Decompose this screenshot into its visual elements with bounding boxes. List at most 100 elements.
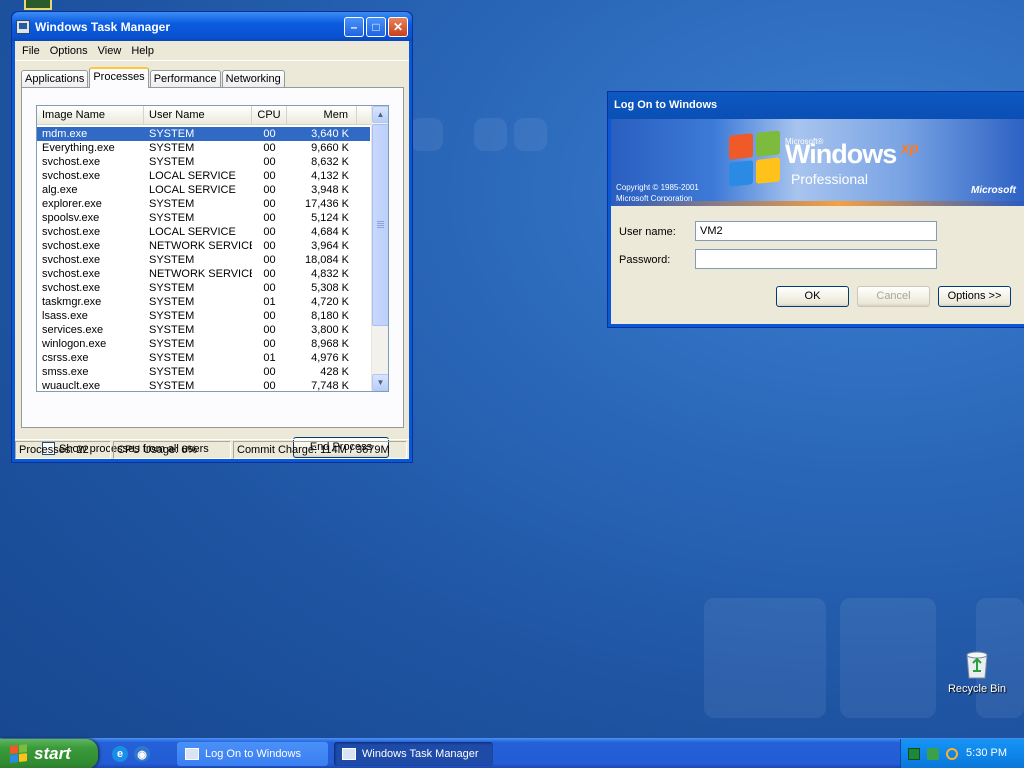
table-row[interactable]: csrss.exe SYSTEM 01 4,976 K <box>37 351 370 365</box>
search-icon[interactable] <box>946 748 958 760</box>
copyright-text: Copyright © 1985-2001 Microsoft Corporat… <box>616 182 699 201</box>
process-cpu: 00 <box>263 128 276 140</box>
tab-performance[interactable]: Performance <box>149 70 221 88</box>
table-row[interactable]: alg.exe LOCAL SERVICE 00 3,948 K <box>37 183 370 197</box>
windows-wordmark: Windows <box>785 139 897 169</box>
window-icon <box>185 748 199 760</box>
process-user-name: SYSTEM <box>149 352 195 364</box>
process-cpu: 00 <box>263 170 276 182</box>
table-row[interactable]: svchost.exe LOCAL SERVICE 00 4,684 K <box>37 225 370 239</box>
status-cpu-usage: CPU Usage: 6% <box>113 441 231 459</box>
table-row[interactable]: svchost.exe SYSTEM 00 18,084 K <box>37 253 370 267</box>
process-user-name: SYSTEM <box>149 212 195 224</box>
menu-file[interactable]: File <box>17 45 45 57</box>
menu-view[interactable]: View <box>93 45 127 57</box>
process-mem-usage: 18,084 K <box>304 254 349 266</box>
logon-titlebar[interactable]: Log On to Windows <box>608 92 1024 119</box>
process-image-name: alg.exe <box>42 184 78 196</box>
process-cpu: 00 <box>263 240 276 252</box>
process-user-name: SYSTEM <box>149 142 195 154</box>
maximize-button[interactable]: □ <box>366 16 386 37</box>
network-icon[interactable] <box>927 748 939 760</box>
process-list-scrollbar[interactable]: ▲ ▼ <box>371 106 388 391</box>
table-row[interactable]: lsass.exe SYSTEM 00 8,180 K <box>37 309 370 323</box>
table-row[interactable]: services.exe SYSTEM 00 3,800 K <box>37 323 370 337</box>
logon-body: User name: VM2 Password: OK Cancel Optio… <box>611 206 1024 324</box>
ok-button[interactable]: OK <box>776 286 849 307</box>
taskbar-item-task-manager[interactable]: Windows Task Manager <box>334 742 493 766</box>
table-row[interactable]: smss.exe SYSTEM 00 428 K <box>37 365 370 379</box>
process-image-name: wuauclt.exe <box>42 380 101 392</box>
table-row[interactable]: svchost.exe NETWORK SERVICE 00 3,964 K <box>37 239 370 253</box>
table-row[interactable]: taskmgr.exe SYSTEM 01 4,720 K <box>37 295 370 309</box>
process-image-name: spoolsv.exe <box>42 212 100 224</box>
process-list[interactable]: Image Name User Name CPU Mem Usage mdm.e… <box>36 105 389 392</box>
table-row[interactable]: Everything.exe SYSTEM 00 9,660 K <box>37 141 370 155</box>
column-user-name[interactable]: User Name <box>144 106 252 125</box>
scroll-down-button[interactable]: ▼ <box>372 374 388 391</box>
table-row[interactable]: svchost.exe SYSTEM 00 5,308 K <box>37 281 370 295</box>
clock[interactable]: 5:30 PM <box>966 747 1007 759</box>
menu-options[interactable]: Options <box>45 45 93 57</box>
table-row[interactable]: svchost.exe LOCAL SERVICE 00 4,132 K <box>37 169 370 183</box>
column-cpu[interactable]: CPU <box>252 106 287 125</box>
desktop-icon-partial[interactable] <box>24 0 52 10</box>
table-row[interactable]: wuauclt.exe SYSTEM 00 7,748 K <box>37 379 370 392</box>
process-user-name: SYSTEM <box>149 198 195 210</box>
process-mem-usage: 17,436 K <box>304 198 349 210</box>
username-field[interactable]: VM2 <box>695 221 937 241</box>
column-mem-usage[interactable]: Mem Usage <box>287 106 357 139</box>
start-button[interactable]: start <box>0 739 98 768</box>
xp-wordmark: xp <box>901 140 919 157</box>
table-row[interactable]: winlogon.exe SYSTEM 00 8,968 K <box>37 337 370 351</box>
table-row[interactable]: svchost.exe SYSTEM 00 8,632 K <box>37 155 370 169</box>
system-tray: 5:30 PM <box>900 739 1024 768</box>
table-row[interactable]: mdm.exe SYSTEM 00 3,640 K <box>37 127 370 141</box>
minimize-button[interactable]: – <box>344 16 364 37</box>
process-image-name: Everything.exe <box>42 142 115 154</box>
tray-app-icon[interactable] <box>908 748 920 760</box>
options-button[interactable]: Options >> <box>938 286 1011 307</box>
process-cpu: 00 <box>263 324 276 336</box>
scroll-up-button[interactable]: ▲ <box>372 106 388 123</box>
tab-processes[interactable]: Processes <box>89 67 149 88</box>
process-mem-usage: 3,800 K <box>311 324 349 336</box>
menu-help[interactable]: Help <box>126 45 159 57</box>
process-mem-usage: 5,308 K <box>311 282 349 294</box>
process-image-name: smss.exe <box>42 366 89 378</box>
cancel-button[interactable]: Cancel <box>857 286 930 307</box>
username-label: User name: <box>619 226 676 238</box>
process-user-name: SYSTEM <box>149 254 195 266</box>
table-row[interactable]: explorer.exe SYSTEM 00 17,436 K <box>37 197 370 211</box>
process-mem-usage: 4,720 K <box>311 296 349 308</box>
process-user-name: SYSTEM <box>149 282 195 294</box>
process-user-name: LOCAL SERVICE <box>149 184 236 196</box>
process-image-name: lsass.exe <box>42 310 88 322</box>
scroll-thumb[interactable] <box>372 124 388 326</box>
internet-explorer-icon[interactable]: e <box>112 746 128 762</box>
process-user-name: SYSTEM <box>149 296 195 308</box>
tab-applications[interactable]: Applications <box>21 70 89 88</box>
task-manager-window: Windows Task Manager – □ ✕ File Options … <box>11 11 413 463</box>
edition-text: Professional <box>791 171 869 187</box>
close-button[interactable]: ✕ <box>388 16 408 37</box>
process-mem-usage: 8,968 K <box>311 338 349 350</box>
status-commit-charge: Commit Charge: 114M / 3679M <box>233 441 407 459</box>
process-user-name: NETWORK SERVICE <box>149 268 252 280</box>
process-mem-usage: 8,180 K <box>311 310 349 322</box>
table-row[interactable]: spoolsv.exe SYSTEM 00 5,124 K <box>37 211 370 225</box>
password-field[interactable] <box>695 249 937 269</box>
media-player-icon[interactable]: ◉ <box>134 746 150 762</box>
recycle-bin-icon-group[interactable]: Recycle Bin <box>942 649 1012 695</box>
windows-flag-icon <box>10 744 28 764</box>
table-row[interactable]: svchost.exe NETWORK SERVICE 00 4,832 K <box>37 267 370 281</box>
process-cpu: 00 <box>263 184 276 196</box>
taskbar-item-label: Windows Task Manager <box>362 748 479 760</box>
taskbar-item-logon[interactable]: Log On to Windows <box>177 742 328 766</box>
process-image-name: csrss.exe <box>42 352 89 364</box>
process-user-name: SYSTEM <box>149 324 195 336</box>
tab-networking[interactable]: Networking <box>221 70 285 88</box>
column-image-name[interactable]: Image Name <box>37 106 144 125</box>
task-manager-titlebar[interactable]: Windows Task Manager – □ ✕ <box>12 12 412 41</box>
process-image-name: svchost.exe <box>42 282 101 294</box>
